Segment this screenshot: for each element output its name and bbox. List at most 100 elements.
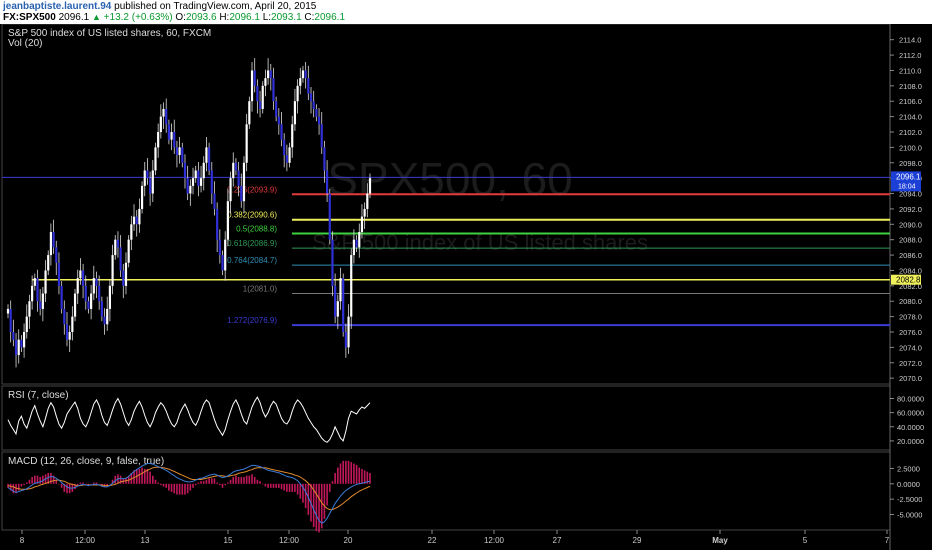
time-tick-label: 5 [803, 536, 808, 545]
macd-tick-label: 2.5000 [897, 464, 920, 473]
candle-body [208, 147, 211, 171]
candle-body [189, 185, 192, 194]
macd-histogram-bar [216, 482, 218, 484]
macd-histogram-bar [39, 477, 41, 484]
time-axis: 8 12:00 13 15 12:00 20 22 12:00 27 29 May 5 7 [20, 530, 890, 545]
candle-body [28, 301, 31, 317]
candle-body [317, 116, 321, 125]
candle-body [84, 285, 87, 302]
macd-histogram-bar [141, 467, 143, 484]
macd-histogram-bar [269, 483, 272, 488]
time-tick-label: 29 [633, 536, 642, 545]
candle-body [159, 116, 162, 132]
candle-body [71, 316, 74, 332]
price-tick-label: 2098.0 [899, 159, 922, 168]
candle-body [186, 178, 189, 194]
price-tick-label: 2104.0 [899, 113, 922, 122]
candle-body [170, 132, 173, 140]
candle-body [350, 255, 353, 317]
macd-histogram-bar [355, 464, 358, 484]
macd-histogram-bar [28, 479, 31, 484]
close-label: C: [304, 12, 315, 23]
candle-body [315, 108, 318, 117]
candle-body [191, 178, 195, 186]
chart-canvas[interactable]: SPX500, 60 S&P 500 index of US listed sh… [0, 24, 932, 550]
candle-body [269, 70, 272, 79]
last-price: 2096.1 [58, 12, 90, 23]
macd-histogram-bar [181, 483, 184, 495]
time-tick-label: 20 [344, 536, 353, 545]
macd-histogram-bar [60, 483, 63, 488]
candle-body [363, 208, 366, 217]
macd-histogram-bar [237, 477, 240, 484]
price-tick-label: 2114.0 [899, 36, 921, 45]
time-tick-label: May [712, 536, 728, 545]
candle-body [366, 193, 369, 209]
macd-histogram-bar [334, 472, 336, 484]
candle-body [167, 124, 170, 140]
macd-histogram-bar [58, 483, 60, 485]
macd-histogram-bar [286, 483, 288, 492]
macd-histogram-bar [245, 475, 248, 484]
macd-histogram-bar [205, 479, 208, 484]
candle-body [173, 132, 176, 148]
candle-body [304, 70, 307, 79]
candle-body [301, 70, 305, 79]
candle-body [253, 70, 256, 86]
candle-body [224, 239, 227, 271]
macd-histogram-bar [253, 477, 256, 484]
macd-histogram-bar [194, 483, 197, 486]
macd-histogram-bar [208, 478, 210, 484]
candle-body [275, 101, 278, 117]
macd-histogram-bar [267, 483, 269, 488]
price-tick-label: 2090.0 [899, 220, 922, 229]
macd-histogram-bar [283, 483, 285, 491]
macd-histogram-bar [331, 481, 334, 484]
candle-body [331, 239, 334, 286]
macd-histogram-bar [318, 483, 320, 533]
rsi-pane-border [1, 385, 891, 451]
candle-body [197, 170, 200, 186]
price-tick-label: 2084.0 [899, 266, 922, 275]
candle-body [6, 308, 10, 314]
candle-body [232, 162, 235, 179]
candle-body [336, 301, 339, 317]
candle-body [299, 78, 302, 86]
macd-histogram-bar [93, 482, 95, 484]
candle-body [151, 170, 154, 194]
open-label: O: [175, 12, 186, 23]
fib-label: 0.382(2090.6) [227, 211, 277, 220]
macd-histogram-bar [280, 483, 283, 490]
candle-body [205, 147, 208, 163]
macd-histogram-bar [291, 483, 294, 492]
macd-histogram-bar [243, 477, 245, 484]
candle-body [90, 293, 93, 309]
candle-body [157, 132, 160, 148]
author-link[interactable]: jeanbaptiste.laurent.94 [3, 1, 111, 12]
candle-body [81, 270, 85, 286]
candle-body [216, 208, 219, 240]
rsi-legend: RSI (7, close) [8, 390, 69, 401]
macd-histogram-bar [20, 483, 23, 487]
candle-body [325, 170, 329, 194]
macd-histogram-bar [296, 483, 299, 495]
macd-histogram-bar [353, 463, 355, 484]
fib-label: 1(2081.0) [243, 285, 278, 294]
macd-histogram-bar [326, 483, 328, 506]
candle-body [44, 270, 47, 294]
symbol-label: FX:SPX500 [3, 12, 56, 23]
price-tick-label: 2088.0 [899, 236, 922, 245]
candle-body [229, 178, 232, 202]
macd-histogram-bar [272, 483, 275, 488]
macd-histogram-bar [146, 468, 149, 484]
candle-body [79, 270, 82, 279]
candle-body [47, 255, 50, 271]
candle-body [323, 147, 326, 171]
macd-histogram-bar [79, 482, 82, 484]
macd-histogram-bar [160, 483, 162, 486]
candle-body [250, 70, 254, 102]
fib-label: 0.764(2084.7) [227, 256, 277, 265]
low-value: 2093.1 [271, 12, 302, 23]
macd-histogram-bar [358, 467, 361, 484]
macd-histogram-bar [304, 483, 307, 509]
